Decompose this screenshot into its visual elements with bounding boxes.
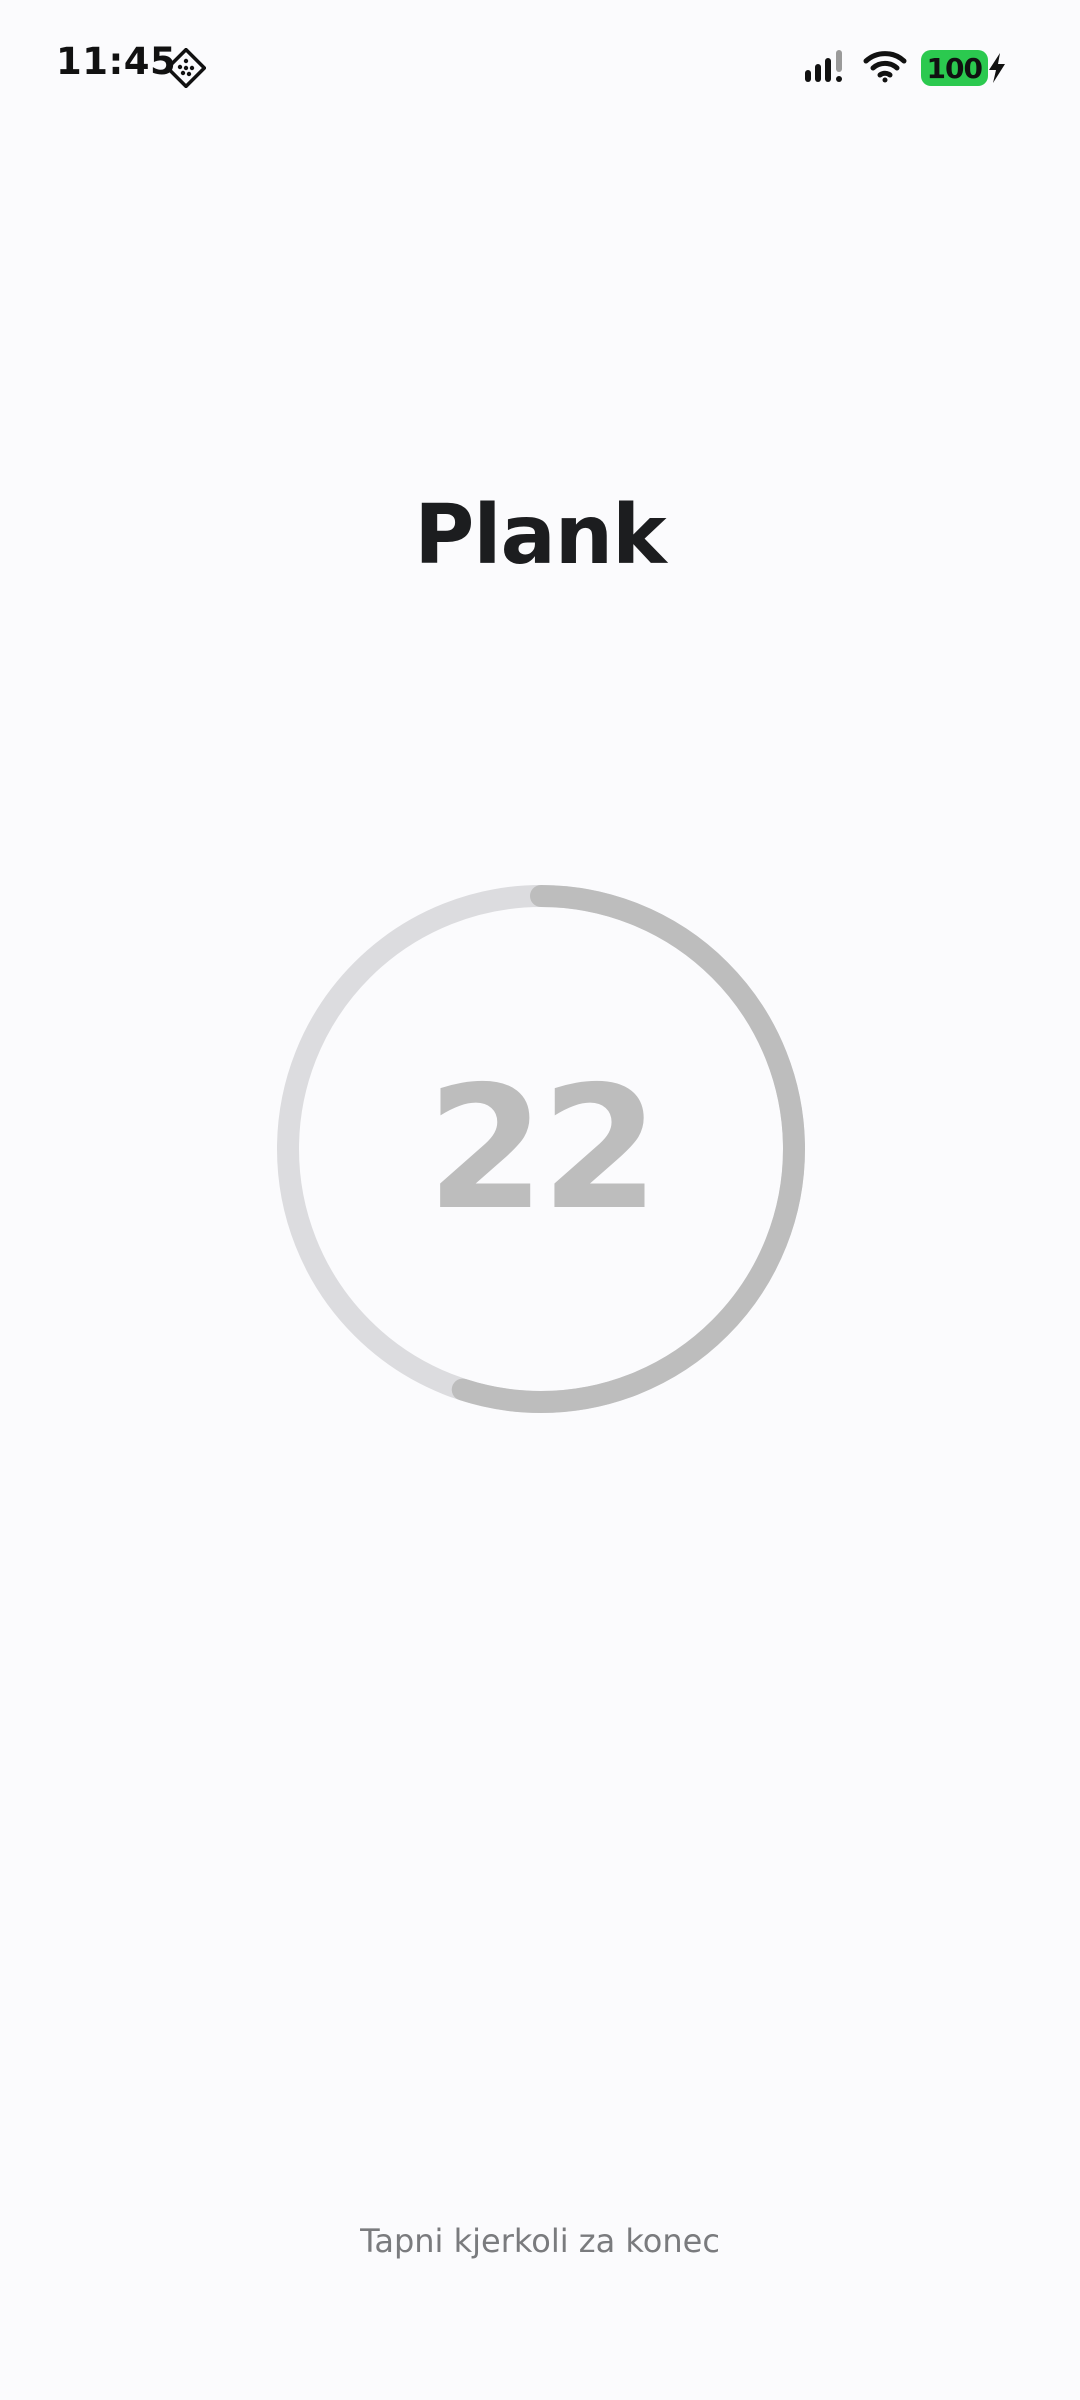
status-time: 11:45: [56, 40, 177, 83]
status-bar: 11:45 100: [0, 0, 1080, 136]
timer-value: 22: [426, 1050, 660, 1248]
tap-anywhere-hint: Tapni kjerkoli za konec: [360, 2222, 720, 2260]
countdown-timer: 22: [276, 884, 806, 1414]
battery-indicator: 100: [920, 50, 1008, 86]
exercise-title: Plank: [414, 488, 666, 583]
status-indicators: 100: [803, 44, 1008, 92]
cellular-signal-icon: [803, 48, 849, 88]
workout-timer-screen[interactable]: 11:45 100 Plank 22 Tapni kjerkoli za kon…: [0, 0, 1080, 2400]
wifi-icon: [863, 49, 907, 87]
battery-level: 100: [920, 50, 988, 86]
diamond-grid-icon: [165, 47, 207, 89]
charging-bolt-icon: [986, 52, 1008, 84]
